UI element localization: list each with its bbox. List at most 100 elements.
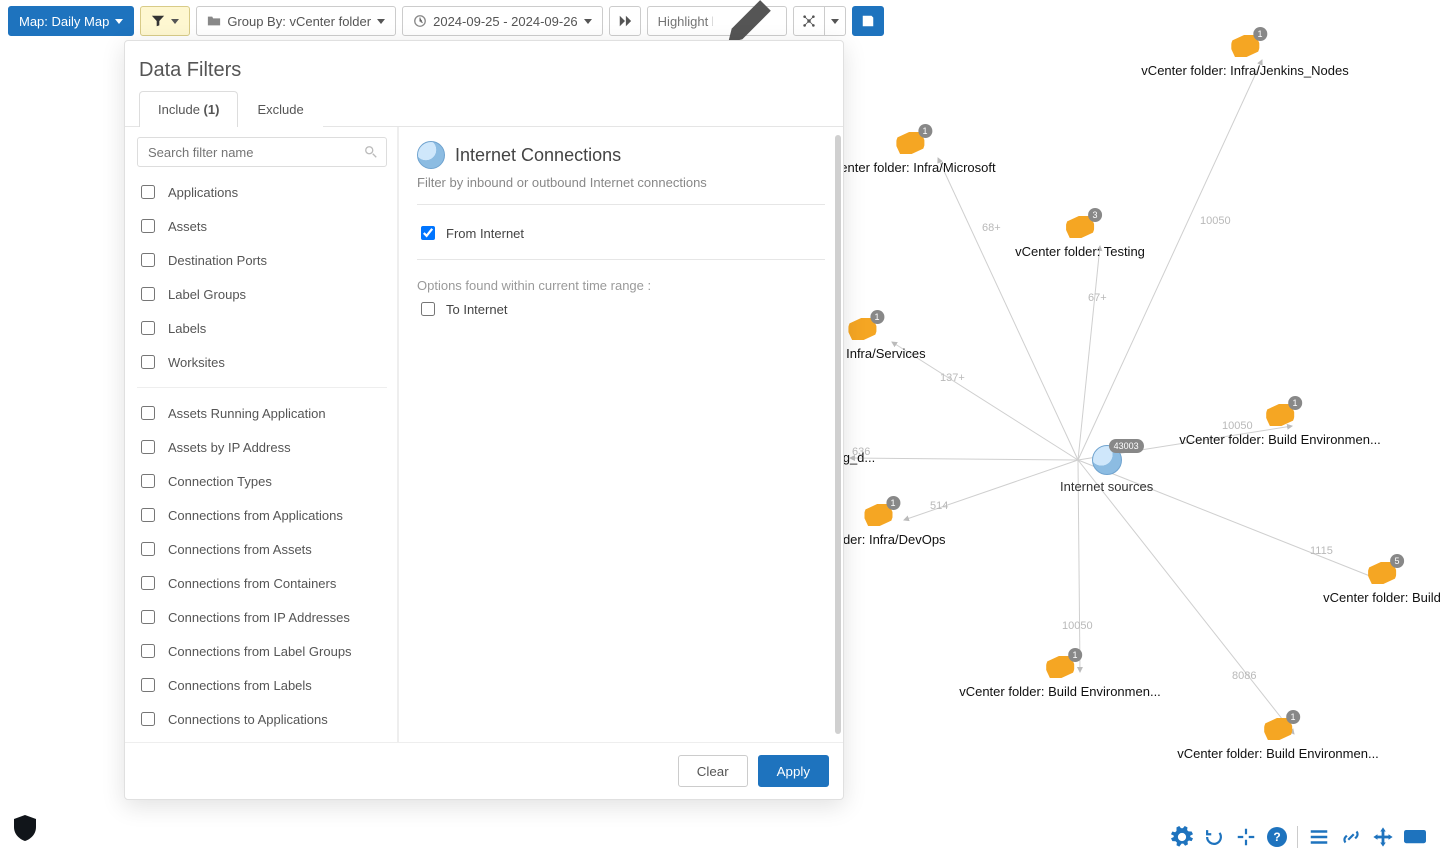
groupby-label: Group By: vCenter folder xyxy=(227,14,371,29)
filter-search-input[interactable] xyxy=(146,144,364,161)
scrollbar[interactable] xyxy=(835,135,841,734)
edge-label: 68+ xyxy=(982,222,1001,234)
filter-checkbox[interactable] xyxy=(141,440,155,454)
filter-checkbox[interactable] xyxy=(141,355,155,369)
tab-label: Exclude xyxy=(257,102,303,117)
filter-item[interactable]: Connections from Label Groups xyxy=(135,634,393,668)
edge-label: 67+ xyxy=(1088,292,1107,304)
data-filters-panel: Data Filters Include (1) Exclude Applica… xyxy=(124,40,844,800)
map-node[interactable]: 3vCenter folder: Testing xyxy=(1015,216,1145,259)
highlight-input[interactable] xyxy=(656,13,715,30)
node-badge: 43003 xyxy=(1109,439,1144,453)
filter-item[interactable]: Applications xyxy=(135,175,393,209)
save-button[interactable] xyxy=(852,6,884,36)
filter-checkbox[interactable] xyxy=(141,321,155,335)
filter-checkbox[interactable] xyxy=(141,678,155,692)
filter-checkbox[interactable] xyxy=(141,287,155,301)
refresh-icon[interactable] xyxy=(1203,826,1225,848)
filter-label: Connections from Label Groups xyxy=(168,644,352,659)
filter-item[interactable]: Labels xyxy=(135,311,393,345)
filter-detail: Internet Connections Filter by inbound o… xyxy=(398,127,843,742)
tab-include[interactable]: Include (1) xyxy=(139,91,238,127)
funnel-icon xyxy=(151,14,165,28)
filter-item[interactable]: Connections from Containers xyxy=(135,566,393,600)
highlight-search[interactable] xyxy=(647,6,787,36)
link-icon[interactable] xyxy=(1340,826,1362,848)
clear-button[interactable]: Clear xyxy=(678,755,748,787)
keyboard-icon[interactable] xyxy=(1404,826,1426,848)
node-internet-sources[interactable]: 43003 Internet sources xyxy=(1060,445,1153,494)
chevron-down-icon xyxy=(831,19,839,24)
filter-label: Connections from Containers xyxy=(168,576,336,591)
filter-checkbox[interactable] xyxy=(141,542,155,556)
filter-checkbox[interactable] xyxy=(141,610,155,624)
map-node[interactable]: 1vCenter folder: Build Environmen... xyxy=(959,656,1161,699)
map-node[interactable]: 1vCenter folder: Build Environmen... xyxy=(1179,404,1381,447)
layout-button-group xyxy=(793,6,846,36)
filter-item[interactable]: Connections to Applications xyxy=(135,702,393,736)
node-label: vCenter folder: Build Environmen... xyxy=(1177,746,1379,761)
node-badge: 1 xyxy=(1286,710,1300,724)
tab-exclude[interactable]: Exclude xyxy=(238,91,322,127)
skip-forward-button[interactable] xyxy=(609,6,641,36)
filter-checkbox[interactable] xyxy=(141,712,155,726)
apply-button[interactable]: Apply xyxy=(758,755,829,787)
groupby-selector[interactable]: Group By: vCenter folder xyxy=(196,6,396,36)
node-label: vCenter folder: Infra/Jenkins_Nodes xyxy=(1141,63,1348,78)
to-internet-option[interactable]: To Internet xyxy=(417,299,825,319)
filter-list[interactable]: ApplicationsAssetsDestination PortsLabel… xyxy=(125,127,398,742)
filter-item[interactable]: Assets xyxy=(135,209,393,243)
filter-checkbox[interactable] xyxy=(141,253,155,267)
shield-icon[interactable] xyxy=(14,815,36,844)
filter-checkbox[interactable] xyxy=(141,219,155,233)
filter-item[interactable]: Connection Types xyxy=(135,464,393,498)
map-node[interactable]: 1vCenter folder: Build Environmen... xyxy=(1177,718,1379,761)
filter-checkbox[interactable] xyxy=(141,508,155,522)
layout-button[interactable] xyxy=(793,6,825,36)
pan-icon[interactable] xyxy=(1372,826,1394,848)
filter-checkbox[interactable] xyxy=(141,406,155,420)
filter-item[interactable]: Label Groups xyxy=(135,277,393,311)
filter-item[interactable]: Connections to Assets xyxy=(135,736,393,742)
filter-item[interactable]: Worksites xyxy=(135,345,393,379)
filter-checkbox[interactable] xyxy=(141,576,155,590)
filter-checkbox[interactable] xyxy=(141,474,155,488)
filter-label: Assets Running Application xyxy=(168,406,326,421)
node-badge: 1 xyxy=(1068,648,1082,662)
map-node[interactable]: 5vCenter folder: Build xyxy=(1323,562,1440,605)
filter-button[interactable] xyxy=(140,6,190,36)
from-internet-checkbox[interactable] xyxy=(421,226,435,240)
filter-checkbox[interactable] xyxy=(141,644,155,658)
map-node[interactable]: 1vCenter folder: Infra/Jenkins_Nodes xyxy=(1141,35,1348,78)
filter-label: Assets xyxy=(168,219,207,234)
filter-item[interactable]: Connections from Labels xyxy=(135,668,393,702)
chevron-down-icon xyxy=(584,19,592,24)
filter-item[interactable]: Assets Running Application xyxy=(135,396,393,430)
filter-item[interactable]: Connections from Assets xyxy=(135,532,393,566)
edge-label: 137+ xyxy=(940,372,965,384)
panel-footer: Clear Apply xyxy=(125,742,843,799)
filter-item[interactable]: Connections from Applications xyxy=(135,498,393,532)
filter-label: Connections to Applications xyxy=(168,712,328,727)
filter-item[interactable]: Connections from IP Addresses xyxy=(135,600,393,634)
map-node[interactable]: 1vCenter folder: Infra/Microsoft xyxy=(824,132,995,175)
filter-item[interactable]: Destination Ports xyxy=(135,243,393,277)
divider xyxy=(417,259,825,260)
from-internet-option[interactable]: From Internet xyxy=(417,223,825,243)
filter-label: Connections from Labels xyxy=(168,678,312,693)
to-internet-checkbox[interactable] xyxy=(421,302,435,316)
map-selector[interactable]: Map: Daily Map xyxy=(8,6,134,36)
clock-icon xyxy=(413,14,427,28)
date-range-selector[interactable]: 2024-09-25 - 2024-09-26 xyxy=(402,6,603,36)
fit-icon[interactable] xyxy=(1235,826,1257,848)
separator xyxy=(1297,826,1298,848)
help-icon[interactable]: ? xyxy=(1267,827,1287,847)
layout-dropdown[interactable] xyxy=(825,6,846,36)
filter-checkbox[interactable] xyxy=(141,185,155,199)
filter-label: Assets by IP Address xyxy=(168,440,291,455)
filter-item[interactable]: Assets by IP Address xyxy=(135,430,393,464)
settings-icon[interactable] xyxy=(1171,826,1193,848)
panel-title: Data Filters xyxy=(139,59,825,82)
list-icon[interactable] xyxy=(1308,826,1330,848)
filter-search[interactable] xyxy=(137,137,387,167)
